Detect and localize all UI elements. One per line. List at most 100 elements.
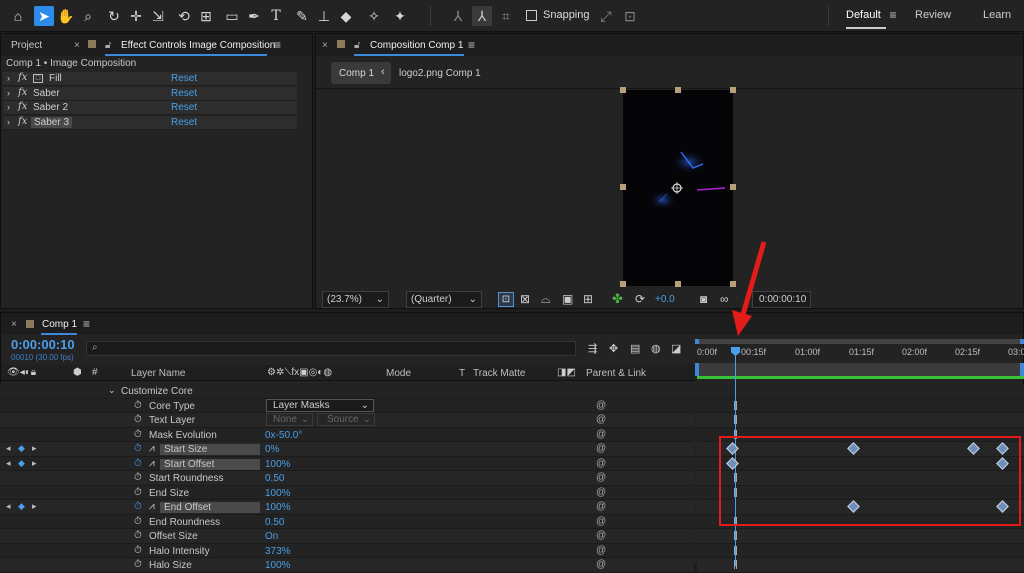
prev-keyframe-icon[interactable]: ◂ [6, 443, 11, 454]
pan-camera-icon[interactable]: ✛ [126, 6, 146, 26]
view-axis-icon[interactable]: ⌗ [496, 6, 516, 26]
pick-whip-icon[interactable]: @ [596, 530, 606, 541]
pick-whip-icon[interactable]: @ [596, 414, 606, 425]
orbit-camera-icon[interactable]: ↻ [104, 6, 124, 26]
tab-effect-controls[interactable]: Effect Controls Image Composition [121, 40, 275, 51]
property-row[interactable]: ⏱ Offset Size On @ [0, 529, 694, 544]
property-row[interactable]: ⏱ End Size 100% @ [0, 485, 694, 500]
pick-whip-icon[interactable]: @ [596, 501, 606, 512]
graph-icon[interactable]: ⩘ [149, 443, 155, 454]
snap-grid-icon[interactable]: ⊡ [620, 6, 640, 26]
time-navigator-end[interactable] [1020, 339, 1024, 344]
track-matte-header[interactable]: Track Matte [473, 368, 525, 379]
expand-arrow-icon[interactable]: › [7, 102, 10, 112]
rectangle-tool-icon[interactable]: ▭ [222, 6, 242, 26]
property-value[interactable]: 0% [265, 444, 279, 455]
frame-blending-icon[interactable]: ◍ [651, 342, 661, 355]
stopwatch-icon[interactable]: ⏱ [134, 530, 142, 541]
brush-tool-icon[interactable]: ✎ [292, 6, 312, 26]
stopwatch-icon[interactable]: ⏱ [134, 501, 142, 512]
transform-handle[interactable] [675, 281, 681, 287]
reset-link[interactable]: Reset [171, 102, 197, 113]
expand-arrow-icon[interactable]: › [7, 88, 10, 98]
eraser-tool-icon[interactable]: ◆ [336, 6, 356, 26]
zoom-tool-icon[interactable]: ⌕ [78, 6, 98, 26]
draft-3d-icon[interactable]: ✥ [609, 342, 618, 355]
property-value[interactable]: 0x-50.0° [265, 430, 302, 441]
snapping-checkbox[interactable] [526, 10, 537, 21]
pick-whip-icon[interactable]: @ [596, 559, 606, 570]
reset-link[interactable]: Reset [171, 117, 197, 128]
camera-snapshot-icon[interactable]: ◙ [700, 292, 707, 306]
puppet-pin-tool-icon[interactable]: ✦ [390, 6, 410, 26]
property-value[interactable]: 0.50 [265, 473, 284, 484]
source-dropdown[interactable]: Source ⌄ [317, 413, 375, 426]
stopwatch-icon[interactable]: ⏱ [134, 545, 142, 556]
fx-icon[interactable]: fx [18, 72, 27, 83]
add-keyframe-icon[interactable]: ◆ [18, 501, 25, 512]
group-row[interactable]: ⌄ Customize Core [0, 384, 694, 399]
pen-tool-icon[interactable]: ✒ [244, 6, 264, 26]
rotation-tool-icon[interactable]: ⟲ [174, 6, 194, 26]
pick-whip-icon[interactable]: @ [596, 400, 606, 411]
expand-arrow-icon[interactable]: ⌄ [108, 385, 116, 396]
property-row[interactable]: ⏱ Mask Evolution 0x-50.0° @ [0, 427, 694, 442]
panel-menu-icon[interactable]: ≡ [83, 317, 90, 331]
layer-search-input[interactable]: ⌕ [86, 341, 576, 356]
selection-tool-icon[interactable]: ➤ [34, 6, 54, 26]
transform-handle[interactable] [620, 184, 626, 190]
next-keyframe-icon[interactable]: ▸ [32, 443, 37, 454]
graph-icon[interactable]: ⩘ [149, 458, 155, 469]
transform-handle[interactable] [620, 87, 626, 93]
next-keyframe-icon[interactable]: ▸ [32, 501, 37, 512]
resolution-dropdown[interactable]: (Quarter) ⌄ [406, 291, 482, 308]
anchor-point-tool-icon[interactable]: ⊞ [196, 6, 216, 26]
tab-composition[interactable]: Composition Comp 1 [370, 40, 463, 51]
reset-link[interactable]: Reset [171, 73, 197, 84]
breadcrumb-comp1[interactable]: Comp 1 ‹ [331, 62, 391, 84]
property-row[interactable]: ⏱ Halo Intensity 373% @ [0, 543, 694, 558]
shy-layers-icon[interactable]: ▤ [630, 342, 640, 355]
mask-visibility-icon[interactable]: ⌓ [541, 292, 551, 307]
workspace-review[interactable]: Review [915, 9, 951, 21]
composition-canvas[interactable] [623, 90, 733, 286]
t-header[interactable]: T [459, 368, 465, 379]
layer-switches-icon[interactable]: ⚙✲⟍fx▣◎◐◍ [267, 367, 332, 378]
expand-arrow-icon[interactable]: › [7, 73, 10, 83]
timeline-timecode[interactable]: 0:00:00:10 [11, 337, 75, 352]
prev-keyframe-icon[interactable]: ◂ [6, 501, 11, 512]
pick-whip-icon[interactable]: @ [596, 429, 606, 440]
mode-header[interactable]: Mode [386, 368, 411, 379]
pick-whip-icon[interactable]: @ [596, 458, 606, 469]
prev-keyframe-icon[interactable]: ◂ [6, 458, 11, 469]
pick-whip-icon[interactable]: @ [596, 516, 606, 527]
effect-row-saber-3[interactable]: › fx Saber 3 Reset [3, 115, 297, 130]
label-tag-icon[interactable]: ⬢ [73, 367, 82, 378]
pick-whip-icon[interactable]: @ [596, 545, 606, 556]
graph-editor-icon[interactable]: ◪ [671, 342, 681, 355]
world-axis-icon[interactable]: ⅄ [472, 6, 492, 26]
panel-menu-icon[interactable]: ≡ [468, 38, 475, 52]
close-icon[interactable]: × [74, 40, 80, 51]
exposure-value[interactable]: +0.0 [655, 294, 675, 305]
property-row[interactable]: ◂ ◆ ▸ ⏱ ⩘ End Offset 100% @ [0, 500, 694, 515]
fast-previews-icon[interactable]: ⊡ [498, 292, 514, 307]
transform-handle[interactable] [730, 87, 736, 93]
lock-icon[interactable]: 🔓︎ [105, 40, 111, 51]
pick-whip-icon[interactable]: @ [596, 443, 606, 454]
stopwatch-icon[interactable]: ⏱ [134, 400, 142, 411]
transform-handle[interactable] [620, 281, 626, 287]
text-layer-dropdown[interactable]: None ⌄ [266, 413, 313, 426]
workspace-default[interactable]: Default [846, 9, 881, 21]
stopwatch-icon[interactable]: ⏱ [134, 559, 142, 570]
property-value[interactable]: 100% [265, 459, 291, 470]
work-area-start-handle[interactable] [695, 363, 699, 376]
snap-extend-icon[interactable]: ⤢ [596, 6, 616, 26]
region-of-interest-icon[interactable]: ▣ [562, 292, 573, 306]
pick-whip-icon[interactable]: @ [596, 487, 606, 498]
fx-icon[interactable]: fx [18, 101, 27, 112]
breadcrumb-logo2[interactable]: logo2.png Comp 1 [399, 68, 481, 79]
stopwatch-icon[interactable]: ⏱ [134, 487, 142, 498]
transparency-grid-icon[interactable]: ⊠ [520, 292, 530, 306]
property-value[interactable]: 100% [265, 488, 291, 499]
